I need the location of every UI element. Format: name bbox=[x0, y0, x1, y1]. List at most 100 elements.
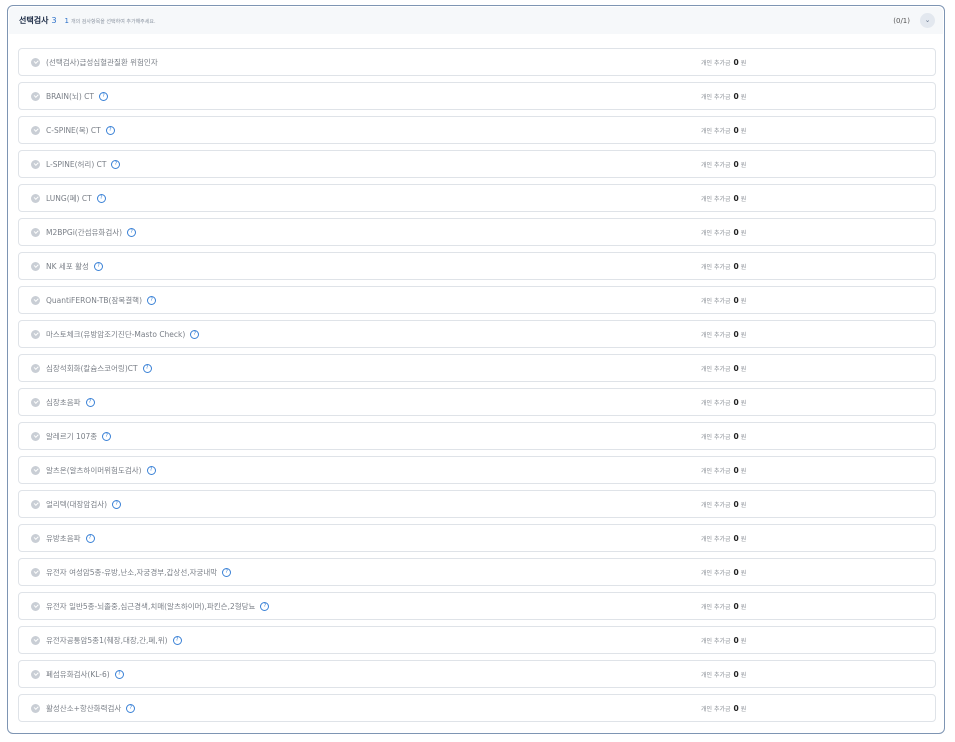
test-item-label: 마스토체크(유방암조기진단-Masto Check) bbox=[46, 329, 186, 339]
info-icon[interactable]: ? bbox=[105, 125, 115, 135]
check-circle-icon[interactable] bbox=[31, 601, 40, 611]
test-item[interactable]: 심장초음파? 개인 추가금 0 원 bbox=[18, 388, 936, 416]
check-circle-icon[interactable] bbox=[31, 295, 40, 305]
check-circle-icon[interactable] bbox=[31, 669, 40, 679]
test-item-label: 심장초음파 bbox=[46, 397, 81, 407]
test-item-label: 얼리텍(대장암검사) bbox=[46, 499, 108, 509]
test-item-label: L-SPINE(허리) CT bbox=[46, 159, 107, 169]
test-item[interactable]: LUNG(폐) CT? 개인 추가금 0 원 bbox=[18, 184, 936, 212]
test-item[interactable]: BRAIN(뇌) CT? 개인 추가금 0 원 bbox=[18, 82, 936, 110]
extra-charge: 개인 추가금 0 원 bbox=[701, 329, 747, 339]
info-icon[interactable]: ? bbox=[98, 91, 108, 101]
extra-charge: 개인 추가금 0 원 bbox=[701, 397, 747, 407]
check-circle-icon[interactable] bbox=[31, 499, 40, 509]
info-icon[interactable]: ? bbox=[260, 601, 270, 611]
panel-header: 선택검사 3 1 개의 검사항목을 선택하여 추가해주세요. (0/1) ⌄ bbox=[9, 7, 943, 34]
test-item[interactable]: 심장석회화(칼슘스코어링)CT? 개인 추가금 0 원 bbox=[18, 354, 936, 382]
chevron-down-icon: ⌄ bbox=[924, 16, 931, 24]
check-circle-icon[interactable] bbox=[31, 465, 40, 475]
info-icon[interactable]: ? bbox=[93, 261, 103, 271]
info-icon[interactable]: ? bbox=[126, 703, 136, 713]
test-item-label: 유전자공통암5종1(췌장,대장,간,폐,위) bbox=[46, 635, 168, 645]
test-item[interactable]: 마스토체크(유방암조기진단-Masto Check)? 개인 추가금 0 원 bbox=[18, 320, 936, 348]
extra-charge: 개인 추가금 0 원 bbox=[701, 465, 747, 475]
extra-charge: 개인 추가금 0 원 bbox=[701, 363, 747, 373]
test-item[interactable]: 알레르기 107종? 개인 추가금 0 원 bbox=[18, 422, 936, 450]
check-circle-icon[interactable] bbox=[31, 329, 40, 339]
test-item-label: NK 세포 활성 bbox=[46, 261, 89, 271]
extra-charge: 개인 추가금 0 원 bbox=[701, 499, 747, 509]
info-icon[interactable]: ? bbox=[190, 329, 200, 339]
extra-charge: 개인 추가금 0 원 bbox=[701, 193, 747, 203]
test-item-label: 활성산소+항산화력검사 bbox=[46, 703, 122, 713]
info-icon[interactable]: ? bbox=[85, 397, 95, 407]
info-icon[interactable]: ? bbox=[112, 499, 122, 509]
extra-charge: 개인 추가금 0 원 bbox=[701, 703, 747, 713]
info-icon[interactable]: ? bbox=[172, 635, 182, 645]
extra-charge: 개인 추가금 0 원 bbox=[701, 669, 747, 679]
test-item-label: M2BPGi(간섬유화검사) bbox=[46, 227, 123, 237]
test-item[interactable]: C-SPINE(목) CT? 개인 추가금 0 원 bbox=[18, 116, 936, 144]
test-item-label: 심장석회화(칼슘스코어링)CT bbox=[46, 363, 138, 373]
info-icon[interactable]: ? bbox=[102, 431, 112, 441]
check-circle-icon[interactable] bbox=[31, 397, 40, 407]
test-item[interactable]: 활성산소+항산화력검사? 개인 추가금 0 원 bbox=[18, 694, 936, 722]
extra-charge: 개인 추가금 0 원 bbox=[701, 91, 747, 101]
test-item[interactable]: (선택검사)급성심혈관질환 위험인자 개인 추가금 0 원 bbox=[18, 48, 936, 76]
info-icon[interactable]: ? bbox=[111, 159, 121, 169]
check-circle-icon[interactable] bbox=[31, 227, 40, 237]
extra-charge: 개인 추가금 0 원 bbox=[701, 567, 747, 577]
info-icon[interactable]: ? bbox=[142, 363, 152, 373]
extra-charge: 개인 추가금 0 원 bbox=[701, 227, 747, 237]
check-circle-icon[interactable] bbox=[31, 703, 40, 713]
extra-charge: 개인 추가금 0 원 bbox=[701, 601, 747, 611]
test-item[interactable]: 알츠온(알츠하이머위험도검사)? 개인 추가금 0 원 bbox=[18, 456, 936, 484]
check-circle-icon[interactable] bbox=[31, 363, 40, 373]
extra-charge: 개인 추가금 0 원 bbox=[701, 125, 747, 135]
test-item[interactable]: L-SPINE(허리) CT? 개인 추가금 0 원 bbox=[18, 150, 936, 178]
check-circle-icon[interactable] bbox=[31, 533, 40, 543]
check-circle-icon[interactable] bbox=[31, 431, 40, 441]
collapse-button[interactable]: ⌄ bbox=[920, 13, 935, 28]
extra-charge: 개인 추가금 0 원 bbox=[701, 295, 747, 305]
check-circle-icon[interactable] bbox=[31, 91, 40, 101]
info-icon[interactable]: ? bbox=[147, 295, 157, 305]
check-circle-icon[interactable] bbox=[31, 261, 40, 271]
extra-charge: 개인 추가금 0 원 bbox=[701, 159, 747, 169]
section-title: 선택검사 3 bbox=[19, 16, 57, 25]
extra-charge: 개인 추가금 0 원 bbox=[701, 635, 747, 645]
info-icon[interactable]: ? bbox=[85, 533, 95, 543]
test-item-label: C-SPINE(목) CT bbox=[46, 125, 101, 135]
test-item-label: 알츠온(알츠하이머위험도검사) bbox=[46, 465, 142, 475]
test-item[interactable]: 유전자 일반5종-뇌졸중,심근경색,치매(알츠하이머),파킨슨,2형당뇨? 개인 … bbox=[18, 592, 936, 620]
test-item-label: 알레르기 107종 bbox=[46, 431, 98, 441]
check-circle-icon[interactable] bbox=[31, 57, 40, 67]
check-circle-icon[interactable] bbox=[31, 635, 40, 645]
info-icon[interactable]: ? bbox=[96, 193, 106, 203]
test-item[interactable]: QuantiFERON-TB(잠복결핵)? 개인 추가금 0 원 bbox=[18, 286, 936, 314]
test-list: (선택검사)급성심혈관질환 위험인자 개인 추가금 0 원 BRAIN(뇌) CT? 개인… bbox=[18, 48, 936, 728]
info-icon[interactable]: ? bbox=[114, 669, 124, 679]
check-circle-icon[interactable] bbox=[31, 125, 40, 135]
check-circle-icon[interactable] bbox=[31, 193, 40, 203]
test-item[interactable]: 유전자공통암5종1(췌장,대장,간,폐,위)? 개인 추가금 0 원 bbox=[18, 626, 936, 654]
test-item[interactable]: 유전자 여성암5종-유방,난소,자궁경부,갑상선,자궁내막? 개인 추가금 0 원 bbox=[18, 558, 936, 586]
extra-charge: 개인 추가금 0 원 bbox=[701, 57, 747, 67]
info-icon[interactable]: ? bbox=[127, 227, 137, 237]
test-item-label: QuantiFERON-TB(잠복결핵) bbox=[46, 295, 143, 305]
selection-count: (0/1) bbox=[893, 16, 910, 25]
test-item[interactable]: NK 세포 활성? 개인 추가금 0 원 bbox=[18, 252, 936, 280]
info-icon[interactable]: ? bbox=[222, 567, 232, 577]
extra-charge: 개인 추가금 0 원 bbox=[701, 431, 747, 441]
check-circle-icon[interactable] bbox=[31, 567, 40, 577]
test-item-label: 유전자 일반5종-뇌졸중,심근경색,치매(알츠하이머),파킨슨,2형당뇨 bbox=[46, 601, 256, 611]
test-item-label: (선택검사)급성심혈관질환 위험인자 bbox=[46, 57, 158, 67]
check-circle-icon[interactable] bbox=[31, 159, 40, 169]
test-item[interactable]: M2BPGi(간섬유화검사)? 개인 추가금 0 원 bbox=[18, 218, 936, 246]
test-item[interactable]: 폐섬유화검사(KL-6)? 개인 추가금 0 원 bbox=[18, 660, 936, 688]
test-item-label: 폐섬유화검사(KL-6) bbox=[46, 669, 110, 679]
test-item[interactable]: 얼리텍(대장암검사)? 개인 추가금 0 원 bbox=[18, 490, 936, 518]
selection-hint: 1 개의 검사항목을 선택하여 추가해주세요. bbox=[64, 16, 156, 25]
test-item[interactable]: 유방초음파? 개인 추가금 0 원 bbox=[18, 524, 936, 552]
info-icon[interactable]: ? bbox=[146, 465, 156, 475]
